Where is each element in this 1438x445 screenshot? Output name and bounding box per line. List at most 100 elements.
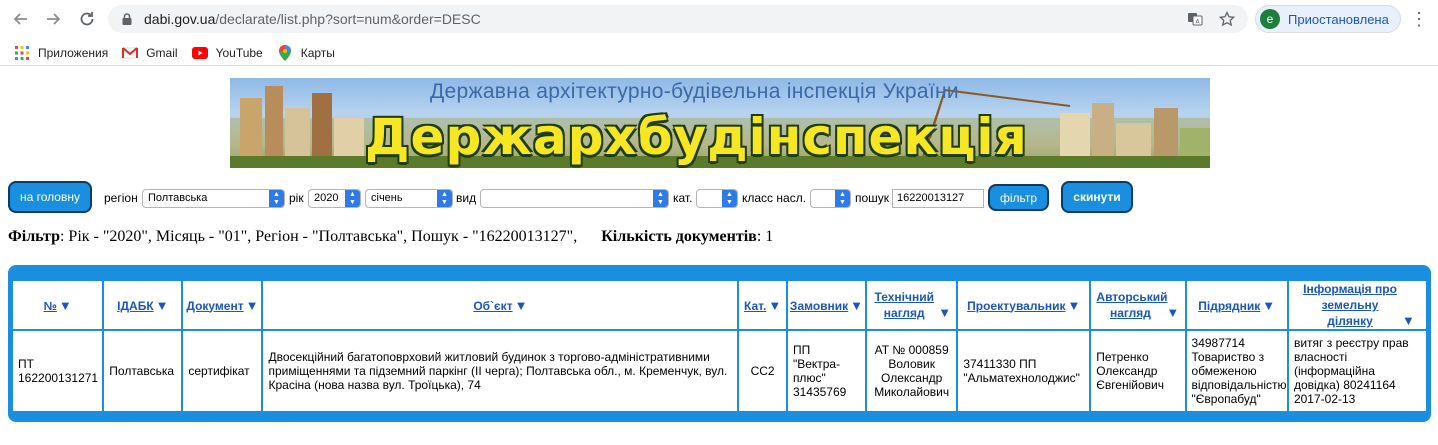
table-row: ПТ 162200131271 Полтавська сертифікат Дв… bbox=[13, 331, 1426, 411]
class-select[interactable]: ▲ ▼ bbox=[810, 189, 851, 208]
table-header-row: № ▼ ІДАБК ▼ Документ ▼ Об`єкт ▼ Кат. ▼ Замовн… bbox=[13, 281, 1426, 329]
bookmark-gmail[interactable]: Gmail bbox=[122, 45, 178, 61]
header-designer[interactable]: Проектувальник ▼ bbox=[958, 281, 1090, 329]
region-select-value: Полтавська bbox=[148, 192, 208, 204]
sort-down-icon: ▼ bbox=[514, 297, 528, 313]
sort-link[interactable]: Кат. bbox=[744, 299, 766, 313]
results-table: № ▼ ІДАБК ▼ Документ ▼ Об`єкт ▼ Кат. ▼ Замовн… bbox=[11, 279, 1428, 413]
cell-land-info: витяг з реєстру прав власності (інформац… bbox=[1288, 331, 1426, 411]
sort-down-icon: ▼ bbox=[155, 297, 169, 313]
month-select[interactable]: січень ▲ ▼ bbox=[365, 189, 453, 208]
sort-down-icon: ▼ bbox=[1166, 305, 1180, 320]
sort-link[interactable]: Об`єкт bbox=[473, 299, 512, 313]
header-num[interactable]: № ▼ bbox=[13, 281, 103, 329]
sort-down-icon: ▼ bbox=[1067, 297, 1081, 313]
sort-link[interactable]: Інформація про земельну ділянку bbox=[1300, 281, 1400, 329]
reset-button[interactable]: скинути bbox=[1061, 181, 1133, 213]
reload-icon[interactable] bbox=[72, 4, 102, 34]
header-customer[interactable]: Замовник ▼ bbox=[787, 281, 866, 329]
search-input[interactable]: 16220013127 bbox=[892, 189, 984, 208]
avatar: e bbox=[1260, 9, 1280, 29]
header-document[interactable]: Документ ▼ bbox=[183, 281, 262, 329]
cell-document: сертифікат bbox=[183, 331, 262, 411]
class-label: класс насл. bbox=[742, 191, 807, 205]
header-author-supervision[interactable]: Авторський нагляд ▼ bbox=[1091, 281, 1185, 329]
bookmark-star-icon[interactable] bbox=[1218, 10, 1236, 28]
forward-arrow-icon[interactable] bbox=[38, 4, 68, 34]
select-arrows-icon: ▲ ▼ bbox=[835, 190, 850, 207]
cell-author-supervision: Петренко Олександр Євгенійович bbox=[1091, 331, 1185, 411]
sort-down-icon: ▼ bbox=[938, 305, 952, 320]
year-label: рік bbox=[289, 191, 304, 205]
apps-grid-icon bbox=[14, 45, 30, 61]
document-count-label: Кількість документів bbox=[601, 228, 757, 245]
sort-down-icon: ▼ bbox=[768, 297, 782, 313]
cell-designer: 37411330 ПП "Альматехнолоджис" bbox=[958, 331, 1090, 411]
results-table-container: № ▼ ІДАБК ▼ Документ ▼ Об`єкт ▼ Кат. ▼ Замовн… bbox=[8, 265, 1431, 422]
cell-contractor: 34987714 Товариство з обмеженою відповід… bbox=[1186, 331, 1287, 411]
region-select[interactable]: Полтавська ▲ ▼ bbox=[142, 189, 285, 208]
sort-link[interactable]: Документ bbox=[186, 299, 243, 313]
sort-link[interactable]: Технічний нагляд bbox=[872, 289, 936, 321]
sort-link[interactable]: Замовник bbox=[790, 299, 848, 313]
translate-icon[interactable]: A bbox=[1186, 10, 1204, 28]
bookmark-label: Gmail bbox=[146, 45, 178, 60]
address-bar[interactable]: dabi.gov.ua/declarate/list.php?sort=num&… bbox=[108, 5, 1248, 33]
banner-title: Держархбудінспекція України bbox=[365, 108, 1028, 168]
maps-icon bbox=[277, 44, 293, 61]
bookmark-apps[interactable]: Приложения bbox=[14, 45, 108, 61]
url-text: dabi.gov.ua/declarate/list.php?sort=num&… bbox=[144, 11, 481, 27]
select-arrows-icon: ▲ ▼ bbox=[437, 190, 452, 207]
home-button[interactable]: на головну bbox=[8, 181, 92, 213]
header-category[interactable]: Кат. ▼ bbox=[739, 281, 786, 329]
profile-label: Приостановлена bbox=[1288, 11, 1389, 27]
sort-link[interactable]: Авторський нагляд bbox=[1096, 289, 1167, 321]
cell-tech-supervision: АТ № 000859 Воловик Олександр Миколайови… bbox=[867, 331, 957, 411]
category-select[interactable]: ▲ ▼ bbox=[696, 189, 738, 208]
filter-summary: Фільтр: Рік - "2020", Місяць - "01", Рег… bbox=[8, 228, 773, 246]
select-arrows-icon: ▲ ▼ bbox=[345, 190, 360, 207]
header-object[interactable]: Об`єкт ▼ bbox=[263, 281, 738, 329]
sort-down-icon: ▼ bbox=[1402, 313, 1415, 328]
sort-down-icon: ▼ bbox=[1262, 297, 1276, 313]
region-label: регіон bbox=[104, 191, 138, 205]
bookmark-youtube[interactable]: YouTube bbox=[191, 45, 263, 61]
sort-link[interactable]: № bbox=[44, 299, 57, 313]
filter-bar: на головну регіон Полтавська ▲ ▼ рік 2020… bbox=[8, 181, 1438, 213]
profile-button[interactable]: e Приостановлена bbox=[1255, 5, 1401, 33]
select-arrows-icon: ▲ ▼ bbox=[269, 190, 284, 207]
filter-summary-label: Фільтр bbox=[8, 228, 60, 245]
gmail-icon bbox=[122, 45, 139, 61]
back-arrow-icon[interactable] bbox=[6, 4, 36, 34]
banner-subtitle: Державна архітектурно-будівельна інспекц… bbox=[430, 80, 959, 103]
select-arrows-icon: ▲ ▼ bbox=[722, 190, 737, 207]
cell-customer: ПП "Вектра-плюс" 31435769 bbox=[787, 331, 866, 411]
cell-idabk: Полтавська bbox=[104, 331, 182, 411]
document-count-value: : 1 bbox=[756, 228, 774, 245]
sort-link[interactable]: Підрядник bbox=[1198, 299, 1260, 313]
lock-icon bbox=[122, 13, 132, 25]
bookmarks-bar: Приложения Gmail YouTube Карты bbox=[0, 40, 1438, 66]
sort-down-icon: ▼ bbox=[58, 297, 72, 313]
filter-button[interactable]: фільтр bbox=[988, 184, 1049, 211]
header-tech-supervision[interactable]: Технічний нагляд ▼ bbox=[867, 281, 957, 329]
bookmark-label: YouTube bbox=[215, 45, 263, 60]
category-label: кат. bbox=[673, 191, 693, 205]
month-select-value: січень bbox=[371, 192, 403, 204]
site-banner: Державна архітектурно-будівельна інспекц… bbox=[230, 78, 1210, 168]
bookmark-label: Карты bbox=[300, 45, 335, 60]
header-land-info[interactable]: Інформація про земельну ділянку ▼ bbox=[1288, 281, 1426, 329]
bookmark-maps[interactable]: Карты bbox=[277, 44, 335, 61]
cell-object: Двосекційний багатоповрховий житловий бу… bbox=[263, 331, 738, 411]
filter-summary-text: : Рік - "2020", Місяць - "01", Регіон - … bbox=[59, 228, 578, 245]
more-vert-icon[interactable]: ⋮ bbox=[1410, 10, 1428, 28]
header-idabk[interactable]: ІДАБК ▼ bbox=[104, 281, 182, 329]
sort-link[interactable]: ІДАБК bbox=[117, 299, 154, 313]
header-contractor[interactable]: Підрядник ▼ bbox=[1186, 281, 1287, 329]
sort-down-icon: ▼ bbox=[850, 297, 864, 313]
browser-toolbar: dabi.gov.ua/declarate/list.php?sort=num&… bbox=[0, 0, 1438, 38]
sort-link[interactable]: Проектувальник bbox=[967, 299, 1065, 313]
year-select[interactable]: 2020 ▲ ▼ bbox=[308, 189, 361, 208]
kind-select[interactable]: ▲ ▼ bbox=[480, 189, 669, 208]
cell-num: ПТ 162200131271 bbox=[13, 331, 103, 411]
